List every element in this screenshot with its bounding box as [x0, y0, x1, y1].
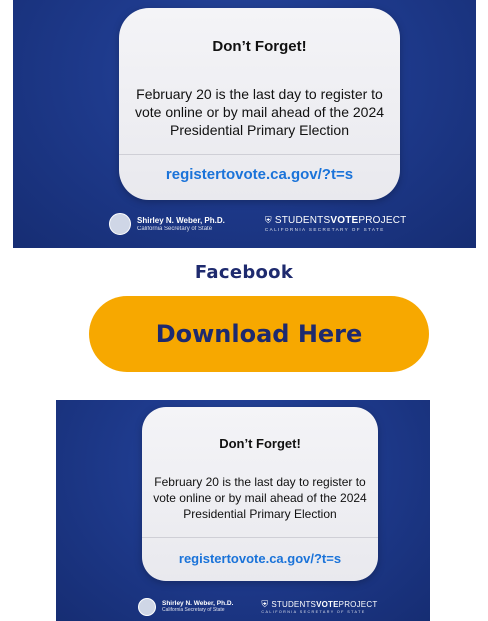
register-link: registertovote.ca.gov/?t=s — [165, 166, 354, 183]
shield-icon: ⛨ — [264, 214, 272, 225]
register-link: registertovote.ca.gov/?t=s — [178, 551, 342, 566]
california-seal-icon — [138, 598, 156, 616]
project-suffix: PROJECT — [358, 214, 407, 226]
students-vote-project-logo: ⛨ STUDENTSVOTEPROJECT CALIFORNIA SECRETAR… — [261, 598, 378, 615]
secretary-of-state-logo: Shirley N. Weber, Ph.D. California Secre… — [162, 600, 233, 614]
secretary-of-state-logo: Shirley N. Weber, Ph.D. California Secre… — [137, 215, 225, 232]
project-prefix: STUDENTS — [271, 599, 317, 609]
project-bold: VOTE — [330, 214, 359, 226]
project-tagline: CALIFORNIA SECRETARY OF STATE — [264, 226, 385, 232]
card-title: Don’t Forget! — [212, 38, 307, 55]
footer-logos: Shirley N. Weber, Ph.D. California Secre… — [138, 598, 377, 616]
secondary-banner-image: Don’t Forget! February 20 is the last da… — [56, 400, 430, 621]
card-title: Don’t Forget! — [219, 436, 301, 451]
shield-icon: ⛨ — [261, 598, 269, 609]
project-bold: VOTE — [316, 599, 339, 609]
reminder-card: Don’t Forget! February 20 is the last da… — [142, 407, 378, 581]
sos-name: Shirley N. Weber, Ph.D. — [137, 215, 225, 225]
card-divider — [119, 154, 400, 155]
project-tagline: CALIFORNIA SECRETARY OF STATE — [261, 609, 366, 614]
platform-label: Facebook — [194, 262, 294, 283]
project-suffix: PROJECT — [338, 599, 378, 609]
card-divider — [142, 537, 378, 538]
students-vote-project-logo: ⛨ STUDENTSVOTEPROJECT CALIFORNIA SECRETAR… — [264, 214, 407, 233]
sos-title: California Secretary of State — [137, 225, 213, 232]
sos-title: California Secretary of State — [162, 607, 225, 614]
footer-logos: Shirley N. Weber, Ph.D. California Secre… — [109, 213, 406, 235]
card-body: February 20 is the last day to register … — [134, 86, 385, 138]
card-body: February 20 is the last day to register … — [153, 475, 367, 521]
download-button[interactable]: Download Here — [89, 296, 429, 372]
facebook-banner-image: Don’t Forget! February 20 is the last da… — [13, 0, 476, 248]
california-seal-icon — [109, 213, 131, 235]
project-prefix: STUDENTS — [274, 214, 331, 226]
reminder-card: Don’t Forget! February 20 is the last da… — [119, 8, 400, 200]
